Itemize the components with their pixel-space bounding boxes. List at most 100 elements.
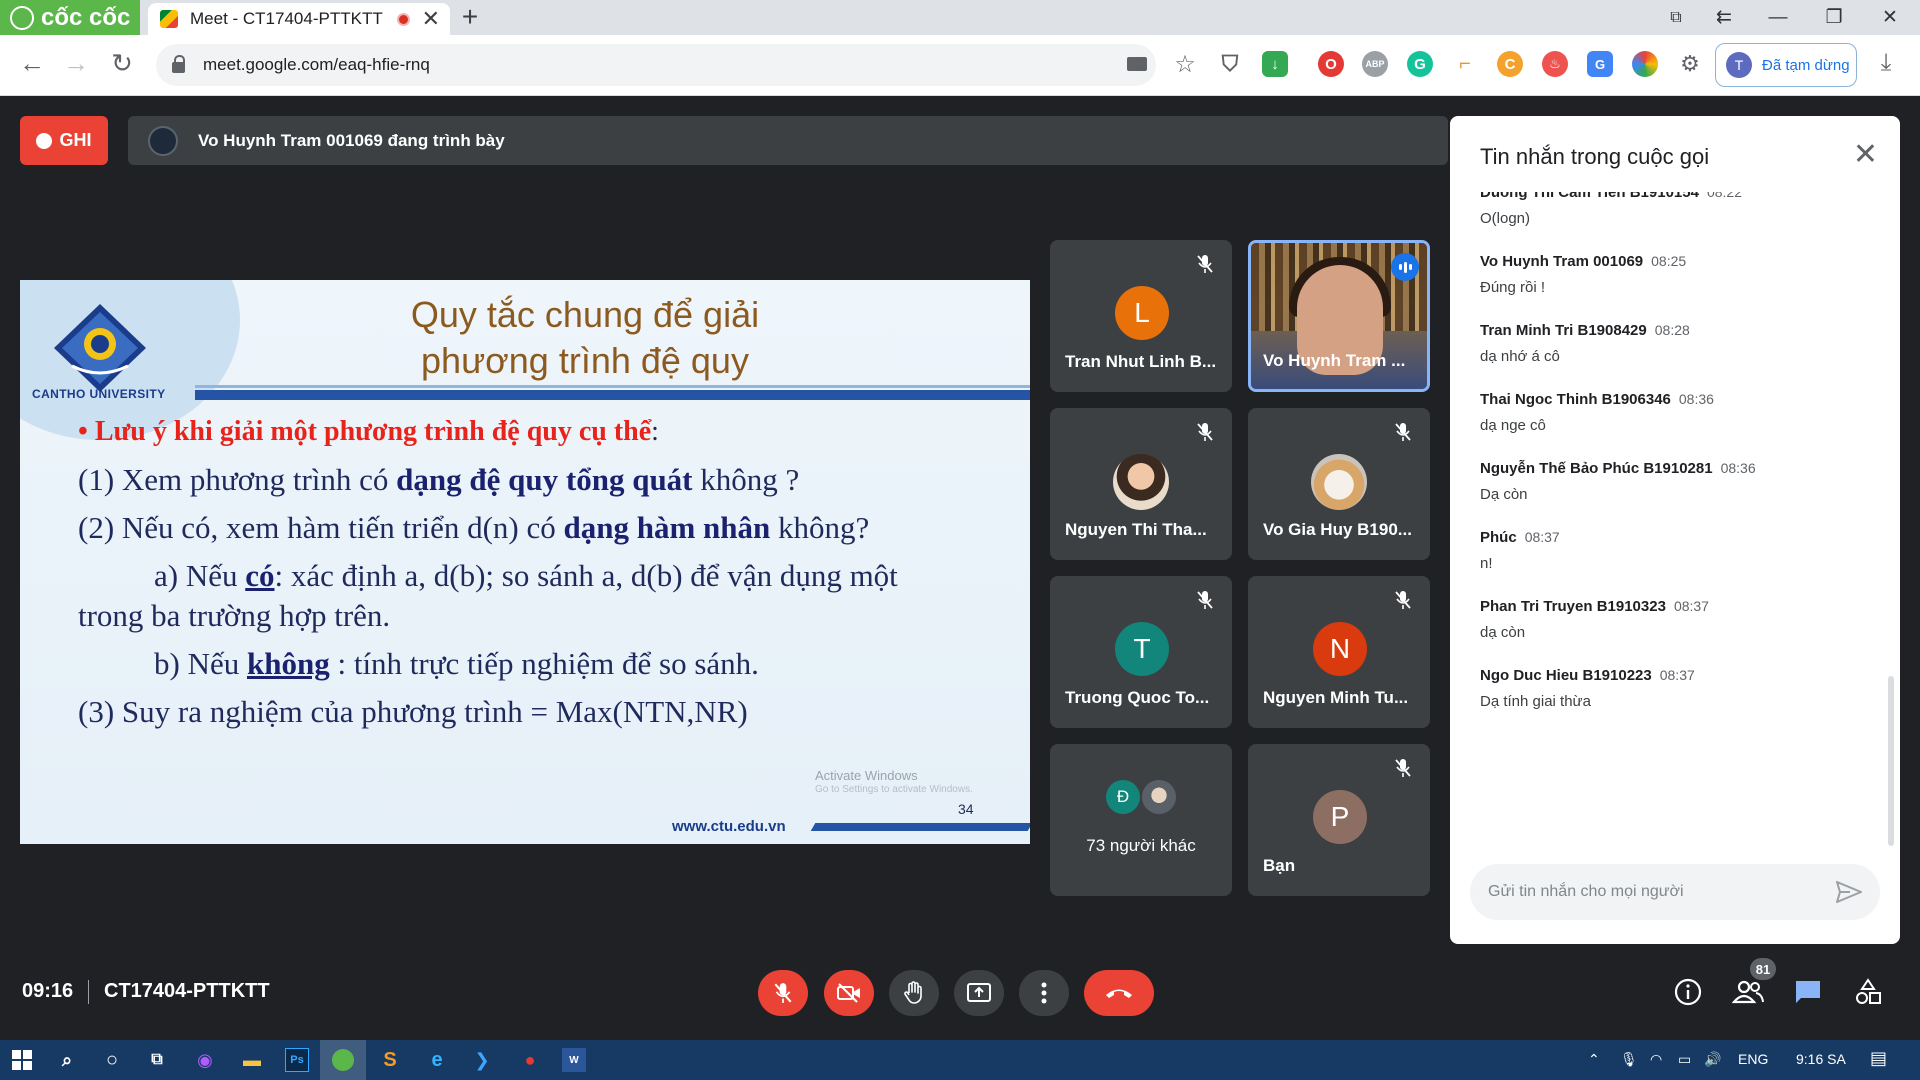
participant-tile[interactable]: L Tran Nhut Linh B... — [1050, 240, 1232, 392]
slide-line-3-a: a) Nếu — [154, 558, 246, 593]
back-button[interactable]: ← — [14, 45, 50, 81]
participant-tile[interactable]: N Nguyen Minh Tu... — [1248, 576, 1430, 728]
download-extension-icon[interactable]: ↓ — [1262, 51, 1288, 77]
close-window-button[interactable]: ✕ — [1862, 0, 1918, 35]
back-history-icon[interactable]: ⇇ — [1696, 0, 1752, 35]
browser-tab-strip: cốc cốc Meet - CT17404-PTTKTT ✕ + ⧉ ⇇ — … — [0, 0, 1920, 35]
others-tile[interactable]: Đ 73 người khác — [1050, 744, 1232, 896]
tools-extension-icon[interactable]: ⌐ — [1452, 51, 1478, 77]
adblock-plus-icon[interactable]: ABP — [1362, 51, 1388, 77]
task-view-icon[interactable]: ⧉ — [145, 1048, 169, 1072]
chat-message: Tran Minh Tri B1908429 08:28 dạ nhớ á cô — [1480, 322, 1870, 365]
tray-chevron-icon[interactable]: ⌃ — [1588, 1051, 1600, 1068]
presenter-banner: Vo Huynh Tram 001069 đang trình bày — [128, 116, 1448, 165]
participant-tile[interactable]: Vo Gia Huy B190... — [1248, 408, 1430, 560]
participant-tile[interactable]: T Truong Quoc To... — [1050, 576, 1232, 728]
new-tab-button[interactable]: + — [455, 1, 485, 33]
photoshop-icon[interactable]: Ps — [285, 1048, 309, 1072]
grammarly-icon[interactable]: G — [1407, 51, 1433, 77]
chat-input[interactable]: Gửi tin nhắn cho mọi người — [1470, 864, 1880, 920]
cortana-icon[interactable]: ○ — [100, 1048, 124, 1072]
mic-off-icon — [1395, 423, 1411, 441]
participant-tile[interactable]: Nguyen Thi Tha... — [1050, 408, 1232, 560]
chat-text: Đúng rồi ! — [1480, 279, 1546, 296]
tray-wifi-icon[interactable]: ◠ — [1650, 1051, 1662, 1068]
presentation-slide: CANTHO UNIVERSITY Quy tắc chung để giải … — [20, 280, 1030, 844]
shield-icon[interactable]: ⛉ — [1217, 51, 1243, 77]
record-app-icon[interactable]: ● — [518, 1048, 542, 1072]
google-translate-icon[interactable]: G — [1587, 51, 1613, 77]
chat-sender: Phúc — [1480, 529, 1517, 546]
sublime-icon[interactable]: S — [378, 1048, 402, 1072]
tray-battery-icon[interactable]: ▭ — [1678, 1051, 1691, 1068]
color-picker-extension-icon[interactable] — [1632, 51, 1658, 77]
url-field[interactable]: meet.google.com/eaq-hfie-rnq — [156, 44, 1156, 86]
chat-time: 08:37 — [1673, 598, 1709, 614]
slide-line-4-a: b) Nếu — [154, 646, 247, 681]
close-chat-button[interactable]: ✕ — [1853, 140, 1878, 170]
toggle-camera-button[interactable] — [824, 970, 874, 1016]
others-avatar: Đ — [1106, 780, 1140, 814]
slide-line-4-c: : tính trực tiếp nghiệm để so sánh. — [329, 646, 759, 681]
profile-button[interactable]: T Đã tạm dừng — [1715, 43, 1857, 87]
minimize-button[interactable]: — — [1750, 0, 1806, 35]
slide-website: www.ctu.edu.vn — [672, 818, 786, 835]
participant-tile-speaking[interactable]: Vo Huynh Tram ... — [1248, 240, 1430, 392]
downloads-icon[interactable]: ⤓ — [1868, 45, 1904, 81]
coccoc-extension-icon[interactable]: C — [1497, 51, 1523, 77]
tray-clock[interactable]: 9:16 SA — [1796, 1051, 1846, 1067]
more-options-button[interactable] — [1019, 970, 1069, 1016]
opera-extension-icon[interactable]: O — [1318, 51, 1344, 77]
activate-windows-watermark: Activate Windows — [815, 768, 918, 783]
slide-line-5: (3) Suy ra nghiệm của phương trình = Max… — [78, 694, 748, 729]
word-icon[interactable]: W — [562, 1048, 586, 1072]
chat-time: 08:22 — [1706, 192, 1742, 200]
recording-badge[interactable]: GHI — [20, 116, 108, 165]
participant-photo — [1113, 454, 1169, 510]
self-tile[interactable]: P Bạn — [1248, 744, 1430, 896]
tray-mic-icon[interactable]: 🎙 — [1620, 1051, 1638, 1068]
leave-call-button[interactable] — [1084, 970, 1154, 1016]
chat-scrollbar[interactable] — [1888, 676, 1894, 846]
present-screen-button[interactable] — [954, 970, 1004, 1016]
app-launcher-icon[interactable]: ◉ — [193, 1048, 217, 1072]
activities-button[interactable] — [1850, 974, 1886, 1010]
chat-sender: Tran Minh Tri B1908429 — [1480, 322, 1647, 339]
restore-button[interactable]: ❐ — [1806, 0, 1862, 35]
close-tab-icon[interactable]: ✕ — [422, 8, 440, 30]
chat-icon — [1796, 981, 1820, 1003]
camera-off-icon — [837, 983, 860, 1003]
chat-button[interactable] — [1790, 974, 1826, 1010]
edge-icon[interactable]: e — [425, 1048, 449, 1072]
windows-taskbar: ⌕ ○ ⧉ ◉ ▬ Ps S e ❯ ● W ⌃ 🎙 ◠ ▭ 🔊 ENG 9:1… — [0, 1040, 1920, 1080]
windows-start-icon[interactable] — [10, 1048, 34, 1072]
profile-avatar: T — [1726, 52, 1752, 78]
chat-sender: Vo Huynh Tram 001069 — [1480, 253, 1644, 270]
chat-sender: Ngo Duc Hieu B1910223 — [1480, 667, 1652, 684]
lock-icon[interactable] — [172, 54, 185, 73]
vscode-icon[interactable]: ❯ — [470, 1048, 494, 1072]
coccoc-menu-button[interactable]: cốc cốc — [0, 0, 140, 35]
send-icon[interactable] — [1836, 881, 1862, 903]
slide-note-text: Lưu ý khi giải một phương trình đệ quy c… — [94, 416, 652, 447]
fire-extension-icon[interactable]: ♨ — [1542, 51, 1568, 77]
active-tab[interactable]: Meet - CT17404-PTTKTT ✕ — [148, 3, 450, 35]
file-explorer-icon[interactable]: ▬ — [240, 1048, 264, 1072]
raise-hand-button[interactable] — [889, 970, 939, 1016]
bookmark-star-icon[interactable]: ☆ — [1172, 51, 1198, 78]
extensions-puzzle-icon[interactable]: ⚙ — [1677, 51, 1703, 77]
tray-volume-icon[interactable]: 🔊 — [1704, 1051, 1721, 1068]
slide-line-4-b: không — [246, 646, 330, 681]
slide-title: Quy tắc chung để giải phương trình đệ qu… — [290, 292, 880, 384]
notification-center-icon[interactable]: ▤ — [1870, 1048, 1887, 1069]
toggle-mic-button[interactable] — [758, 970, 808, 1016]
tray-language[interactable]: ENG — [1738, 1051, 1768, 1067]
coccoc-taskbar-icon[interactable] — [320, 1040, 366, 1080]
slide-note: • Lưu ý khi giải một phương trình đệ quy… — [78, 416, 659, 447]
search-icon[interactable]: ⌕ — [55, 1048, 79, 1072]
forward-button[interactable]: → — [58, 45, 94, 81]
meeting-details-button[interactable] — [1670, 974, 1706, 1010]
camera-blocked-icon[interactable] — [1127, 57, 1147, 71]
reload-button[interactable]: ↻ — [104, 45, 140, 81]
chat-text: n! — [1480, 555, 1493, 572]
